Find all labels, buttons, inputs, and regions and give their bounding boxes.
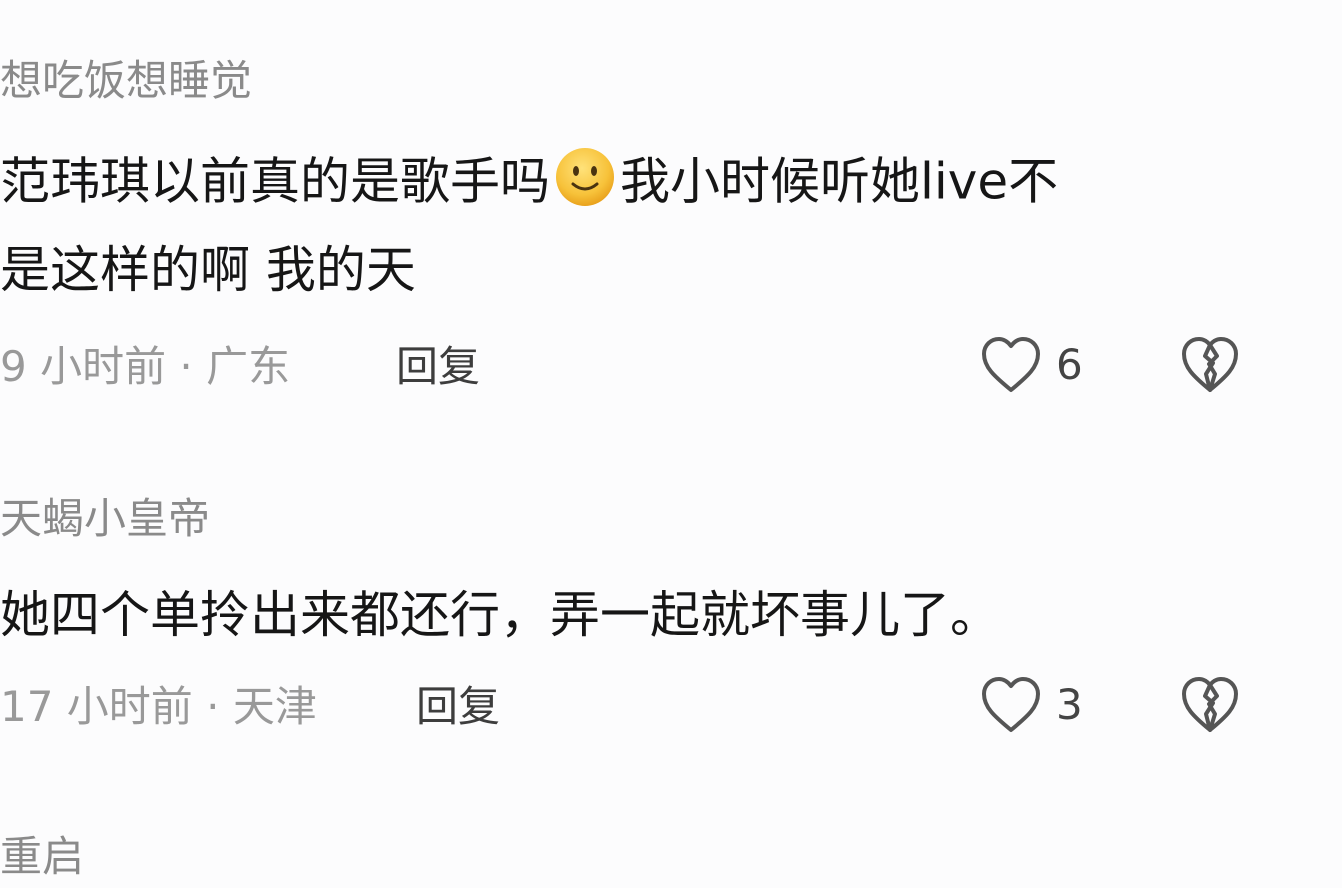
- comment-text: 范玮琪以前真的是歌手吗 我小时候听她live不: [0, 148, 1059, 220]
- comment-text-segment: 范玮琪以前真的是歌手吗: [0, 152, 550, 211]
- broken-heart-icon: [1182, 337, 1238, 392]
- comment-username[interactable]: 想吃饭想睡觉: [0, 60, 252, 102]
- reply-button[interactable]: 回复: [416, 686, 500, 728]
- like-button[interactable]: 3: [980, 676, 1083, 734]
- like-count: 3: [1056, 680, 1083, 729]
- reply-button[interactable]: 回复: [396, 346, 480, 388]
- comment-text: 她四个单拎出来都还行，弄一起就坏事儿了。: [0, 586, 1000, 644]
- heart-outline-icon: [982, 677, 1040, 732]
- like-button[interactable]: 6: [980, 336, 1083, 394]
- comment-meta: 17 小时前 · 天津: [0, 682, 317, 731]
- comment-text-segment: 我小时候听她live不: [620, 152, 1059, 211]
- comment-username[interactable]: 天蝎小皇帝: [0, 498, 210, 540]
- heart-outline-icon: [982, 337, 1040, 392]
- comment-meta: 9 小时前 · 广东: [0, 342, 291, 391]
- slightly-smiling-face-emoji: [554, 146, 616, 216]
- comment-text-line2: 是这样的啊 我的天: [0, 241, 416, 299]
- dislike-button[interactable]: [1180, 336, 1240, 398]
- broken-heart-icon: [1182, 677, 1238, 732]
- like-count: 6: [1056, 340, 1083, 389]
- dislike-button[interactable]: [1180, 676, 1240, 738]
- smile-emoji-icon: [556, 148, 614, 206]
- comment-username[interactable]: 重启: [0, 836, 84, 878]
